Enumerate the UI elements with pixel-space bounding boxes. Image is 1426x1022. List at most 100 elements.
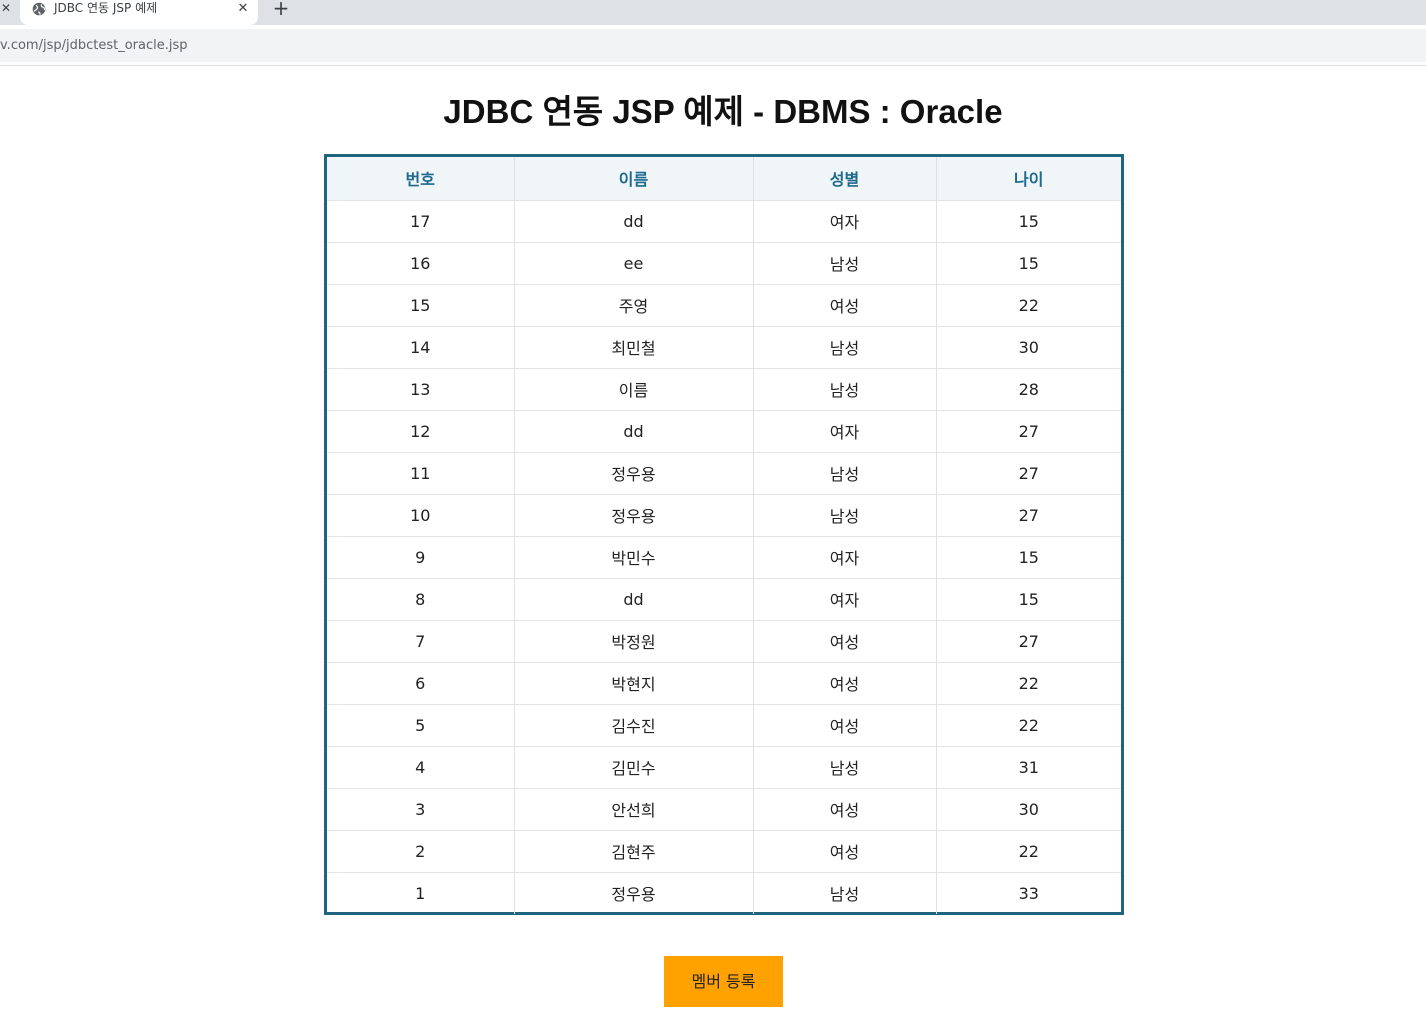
cell-gender: 여성 bbox=[753, 284, 937, 327]
cell-number: 14 bbox=[327, 326, 515, 369]
table-row: 14 최민철 남성 30 bbox=[327, 326, 1121, 369]
cell-gender: 남성 bbox=[753, 746, 937, 789]
cell-name: 정우용 bbox=[514, 494, 754, 537]
tab-strip: ✕ JDBC 연동 JSP 예제 ✕ + bbox=[0, 0, 1426, 25]
cell-name: 박현지 bbox=[514, 662, 754, 705]
cell-gender: 여성 bbox=[753, 620, 937, 663]
cell-number: 16 bbox=[327, 242, 515, 285]
cell-age: 30 bbox=[936, 788, 1121, 831]
cell-number: 3 bbox=[327, 788, 515, 831]
cell-age: 31 bbox=[936, 746, 1121, 789]
cell-name: 주영 bbox=[514, 284, 754, 327]
table-row: 5 김수진 여성 22 bbox=[327, 704, 1121, 747]
cell-age: 30 bbox=[936, 326, 1121, 369]
column-header-number: 번호 bbox=[327, 157, 515, 201]
cell-name: dd bbox=[514, 578, 754, 621]
cell-age: 15 bbox=[936, 536, 1121, 579]
table-row: 13 이름 남성 28 bbox=[327, 368, 1121, 411]
cell-age: 27 bbox=[936, 620, 1121, 663]
cell-age: 22 bbox=[936, 662, 1121, 705]
member-table: 번호 이름 성별 나이 17 dd 여자 15 16 ee 남성 15 15 주영 여성 22 14 최민… bbox=[324, 154, 1124, 915]
cell-name: 최민철 bbox=[514, 326, 754, 369]
cell-name: dd bbox=[514, 200, 754, 243]
previous-tab-close-icon[interactable]: ✕ bbox=[0, 0, 12, 25]
table-row: 2 김현주 여성 22 bbox=[327, 830, 1121, 873]
table-row: 17 dd 여자 15 bbox=[327, 200, 1121, 243]
cell-name: 박정원 bbox=[514, 620, 754, 663]
cell-number: 9 bbox=[327, 536, 515, 579]
browser-tab[interactable]: JDBC 연동 JSP 예제 ✕ bbox=[20, 0, 258, 25]
cell-gender: 남성 bbox=[753, 494, 937, 537]
cell-number: 17 bbox=[327, 200, 515, 243]
cell-name: 안선희 bbox=[514, 788, 754, 831]
cell-name: 정우용 bbox=[514, 452, 754, 495]
cell-gender: 남성 bbox=[753, 326, 937, 369]
cell-gender: 여성 bbox=[753, 662, 937, 705]
cell-number: 7 bbox=[327, 620, 515, 663]
cell-age: 22 bbox=[936, 830, 1121, 873]
table-row: 1 정우용 남성 33 bbox=[327, 872, 1121, 914]
cell-name: ee bbox=[514, 242, 754, 285]
tab-title: JDBC 연동 JSP 예제 bbox=[54, 1, 158, 15]
cell-number: 15 bbox=[327, 284, 515, 327]
table-row: 4 김민수 남성 31 bbox=[327, 746, 1121, 789]
cell-number: 11 bbox=[327, 452, 515, 495]
cell-age: 27 bbox=[936, 494, 1121, 537]
cell-name: 박민수 bbox=[514, 536, 754, 579]
cell-number: 1 bbox=[327, 872, 515, 914]
cell-number: 8 bbox=[327, 578, 515, 621]
cell-number: 13 bbox=[327, 368, 515, 411]
cell-age: 15 bbox=[936, 242, 1121, 285]
cell-gender: 남성 bbox=[753, 872, 937, 914]
cell-age: 15 bbox=[936, 200, 1121, 243]
cell-number: 6 bbox=[327, 662, 515, 705]
cell-age: 33 bbox=[1018, 883, 1039, 903]
cell-age: 22 bbox=[936, 284, 1121, 327]
cell-name: 김민수 bbox=[514, 746, 754, 789]
address-bar: v.com/jsp/jdbctest_oracle.jsp bbox=[0, 25, 1426, 66]
cell-number: 4 bbox=[327, 746, 515, 789]
new-tab-icon[interactable]: + bbox=[270, 0, 292, 20]
column-header-name: 이름 bbox=[514, 157, 754, 201]
cell-name: 이름 bbox=[514, 368, 754, 411]
column-header-gender: 성별 bbox=[753, 157, 937, 201]
table-row: 12 dd 여자 27 bbox=[327, 410, 1121, 453]
cell-age: 27 bbox=[936, 410, 1121, 453]
table-row: 10 정우용 남성 27 bbox=[327, 494, 1121, 537]
table-row: 11 정우용 남성 27 bbox=[327, 452, 1121, 495]
cell-gender: 남성 bbox=[753, 452, 937, 495]
cell-name: 김현주 bbox=[514, 830, 754, 873]
cell-age: 28 bbox=[936, 368, 1121, 411]
cell-age: 27 bbox=[936, 452, 1121, 495]
url-field[interactable] bbox=[0, 29, 1426, 62]
cell-gender: 여성 bbox=[753, 788, 937, 831]
register-member-button[interactable]: 멤버 등록 bbox=[664, 956, 783, 1007]
table-row: 8 dd 여자 15 bbox=[327, 578, 1121, 621]
cell-age: 15 bbox=[936, 578, 1121, 621]
cell-number: 5 bbox=[327, 704, 515, 747]
cell-gender: 남성 bbox=[753, 242, 937, 285]
page-title: JDBC 연동 JSP 예제 - DBMS : Oracle bbox=[443, 93, 1003, 130]
table-row: 6 박현지 여성 22 bbox=[327, 662, 1121, 705]
url-text[interactable]: v.com/jsp/jdbctest_oracle.jsp bbox=[0, 36, 188, 56]
cell-number: 10 bbox=[327, 494, 515, 537]
cell-name: 정우용 bbox=[514, 872, 754, 914]
cell-number: 12 bbox=[327, 410, 515, 453]
table-header-row: 번호 이름 성별 나이 bbox=[327, 157, 1121, 201]
cell-age: 22 bbox=[936, 704, 1121, 747]
table-row: 16 ee 남성 15 bbox=[327, 242, 1121, 285]
table-row: 15 주영 여성 22 bbox=[327, 284, 1121, 327]
globe-icon bbox=[32, 2, 46, 16]
cell-name: 김수진 bbox=[514, 704, 754, 747]
cell-gender: 여자 bbox=[753, 578, 937, 621]
tab-close-icon[interactable]: ✕ bbox=[236, 0, 250, 17]
cell-gender: 여성 bbox=[753, 704, 937, 747]
cell-gender: 여자 bbox=[753, 536, 937, 579]
cell-gender: 여자 bbox=[753, 200, 937, 243]
cell-gender: 남성 bbox=[753, 368, 937, 411]
table-row: 9 박민수 여자 15 bbox=[327, 536, 1121, 579]
cell-name: dd bbox=[514, 410, 754, 453]
table-row: 3 안선희 여성 30 bbox=[327, 788, 1121, 831]
column-header-age: 나이 bbox=[936, 157, 1121, 201]
cell-gender: 여자 bbox=[753, 410, 937, 453]
